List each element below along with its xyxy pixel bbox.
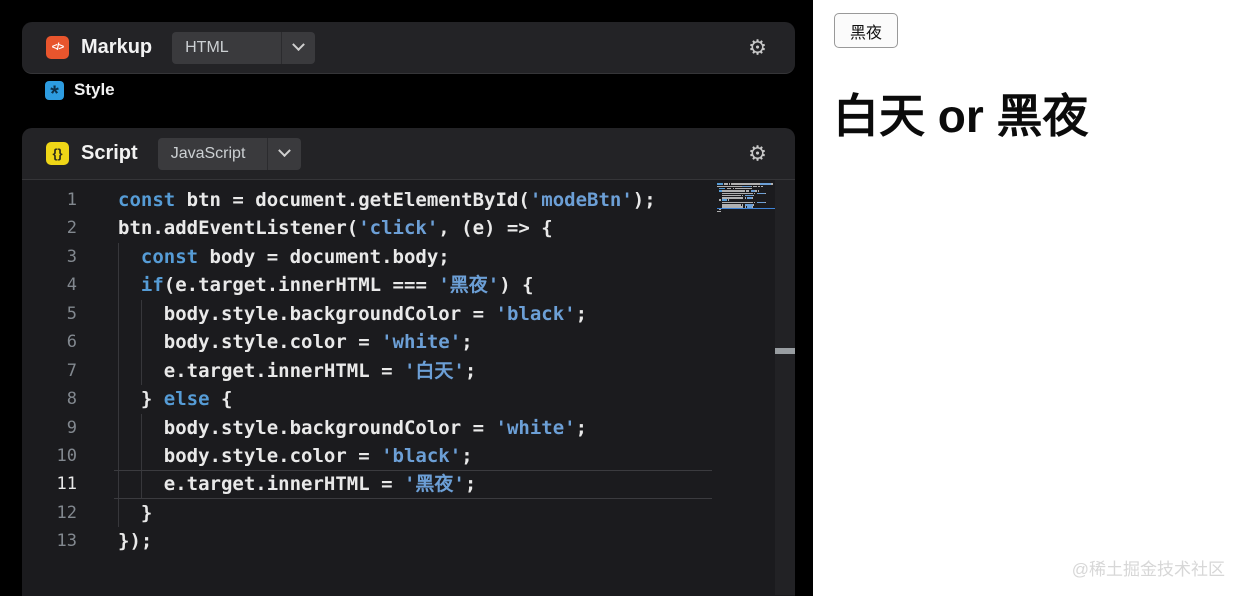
line-number: 5 <box>66 303 77 324</box>
script-language-select[interactable]: JavaScript <box>157 137 301 170</box>
code-line[interactable]: 5 body.style.backgroundColor = 'black'; <box>22 299 795 329</box>
style-panel-toggle[interactable]: * Style <box>45 80 115 106</box>
watermark-text: @稀土掘金技术社区 <box>1071 560 1225 579</box>
line-number: 2 <box>66 218 77 239</box>
code-line-text: }); <box>118 530 153 553</box>
code-editor[interactable]: 1 const btn = document.getElementById('mo… <box>22 180 795 595</box>
preview-heading: 白天 or 黑夜 <box>833 90 1089 142</box>
code-line[interactable]: 12 } <box>22 498 795 528</box>
indent-guide-line <box>118 356 119 386</box>
code-line-text: e.target.innerHTML = '白天'; <box>118 356 476 386</box>
indent-guide-line <box>118 498 119 528</box>
indent-guide-line <box>140 470 142 499</box>
indent-guide-line <box>118 470 119 499</box>
indent-guide-line <box>140 356 142 386</box>
indent-guide-line <box>140 328 142 357</box>
indent-guide-line <box>118 441 119 471</box>
markup-icon: </> <box>46 36 69 59</box>
code-line[interactable]: 6 body.style.color = 'white'; <box>22 328 795 357</box>
code-line[interactable]: 10 body.style.color = 'black'; <box>22 441 795 471</box>
script-settings-gear-icon[interactable]: ⚙ <box>748 143 767 164</box>
indent-guide-line <box>118 271 119 300</box>
indent-guide-line <box>140 413 142 442</box>
minimap[interactable] <box>717 183 775 217</box>
line-number: 11 <box>56 474 77 495</box>
indent-guide-line <box>118 328 119 357</box>
code-line-text: if(e.target.innerHTML === '黑夜') { <box>118 271 534 300</box>
code-line-text: } else { <box>118 385 232 414</box>
line-number: 9 <box>66 417 77 438</box>
script-language-value: JavaScript <box>170 144 246 162</box>
line-number: 8 <box>66 389 77 410</box>
minimap-content <box>717 183 775 213</box>
script-panel-header: {} Script JavaScript ⚙ <box>22 128 795 180</box>
indent-guide-line <box>118 385 119 414</box>
code-lines: 1 const btn = document.getElementById('mo… <box>22 186 795 556</box>
indent-guide-line <box>118 242 119 272</box>
code-line[interactable]: 7 e.target.innerHTML = '白天'; <box>22 356 795 386</box>
style-icon: * <box>45 80 64 106</box>
code-line-text: body.style.backgroundColor = 'black'; <box>118 299 587 329</box>
indent-guide-line <box>118 299 119 329</box>
code-line[interactable]: 4 if(e.target.innerHTML === '黑夜') { <box>22 271 795 300</box>
mode-toggle-button[interactable]: 黑夜 <box>834 13 898 48</box>
minimap-active-line-indicator <box>717 207 775 209</box>
indent-guide-line <box>140 299 142 329</box>
code-line-text: } <box>118 498 152 528</box>
code-line[interactable]: 3 const body = document.body; <box>22 242 795 272</box>
line-number: 10 <box>56 445 77 466</box>
code-line-text: e.target.innerHTML = '黑夜'; <box>118 470 476 499</box>
line-number: 7 <box>66 360 77 381</box>
code-line[interactable]: 13}); <box>22 527 795 555</box>
line-number: 12 <box>56 502 77 523</box>
preview-pane: 黑夜 白天 or 黑夜 @稀土掘金技术社区 <box>813 0 1243 596</box>
code-line-text: body.style.color = 'black'; <box>118 441 473 471</box>
markup-language-value: HTML <box>185 38 229 56</box>
script-icon: {} <box>46 142 69 165</box>
line-number: 1 <box>66 190 77 210</box>
code-line-text: const btn = document.getElementById('mod… <box>118 189 656 211</box>
code-line-text: btn.addEventListener('click', (e) => { <box>118 217 553 240</box>
line-number: 13 <box>56 531 77 552</box>
app-window: </> Markup HTML ⚙ * Style {} Script Java… <box>0 0 1243 596</box>
markup-panel-header: </> Markup HTML ⚙ <box>22 22 795 74</box>
code-line-text: body.style.color = 'white'; <box>118 328 473 357</box>
line-number: 6 <box>66 332 77 353</box>
line-number: 4 <box>66 275 77 296</box>
chevron-down-icon[interactable] <box>281 31 315 64</box>
code-line[interactable]: 1 const btn = document.getElementById('mo… <box>22 186 795 214</box>
script-panel: {} Script JavaScript ⚙ 1 const btn = docu… <box>22 128 795 596</box>
code-line[interactable]: 9 body.style.backgroundColor = 'white'; <box>22 413 795 442</box>
markup-settings-gear-icon[interactable]: ⚙ <box>748 37 767 58</box>
code-line[interactable]: 2 btn.addEventListener('click', (e) => { <box>22 214 795 242</box>
editor-side: </> Markup HTML ⚙ * Style {} Script Java… <box>0 0 813 596</box>
code-line-text: const body = document.body; <box>118 242 450 272</box>
code-line[interactable]: 8 } else { <box>22 385 795 414</box>
scrollbar-track[interactable] <box>775 180 795 595</box>
markup-language-select[interactable]: HTML <box>172 31 316 64</box>
indent-guide-line <box>140 441 142 471</box>
markup-panel-title: Markup <box>81 36 153 58</box>
line-number: 3 <box>66 246 77 267</box>
code-line-text: body.style.backgroundColor = 'white'; <box>118 413 587 442</box>
style-panel-title: Style <box>74 80 115 99</box>
indent-guide-line <box>118 413 119 442</box>
chevron-down-icon[interactable] <box>266 137 301 170</box>
script-panel-title: Script <box>81 142 138 164</box>
code-line[interactable]: 11 e.target.innerHTML = '黑夜'; <box>22 470 795 500</box>
scrollbar-thumb[interactable] <box>775 348 795 354</box>
